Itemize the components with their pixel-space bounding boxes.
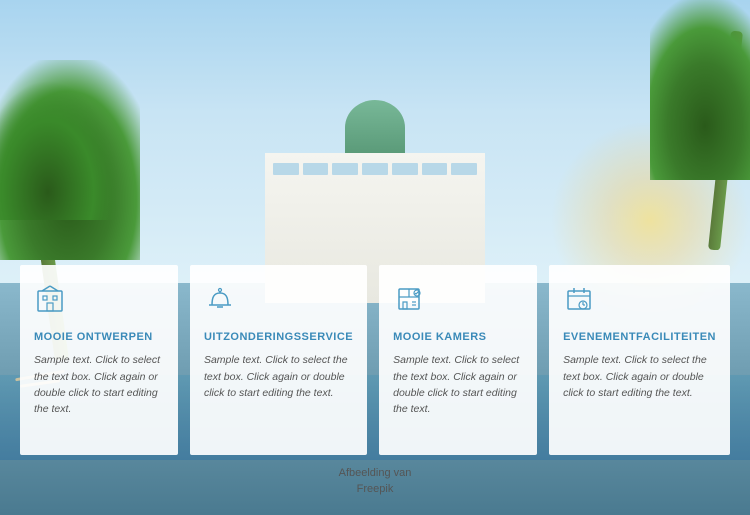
card-1-text: Sample text. Click to select the text bo… (34, 352, 164, 417)
card-uitzonderingsservice: UITZONDERINGSSERVICE Sample text. Click … (190, 265, 367, 455)
palm-tree-right (650, 0, 750, 250)
event-icon (563, 283, 716, 320)
card-4-title: EVENEMENTFACILITEITEN (563, 330, 716, 344)
card-2-text: Sample text. Click to select the text bo… (204, 352, 353, 401)
service-bell-icon (204, 283, 353, 320)
feature-cards: MOOIE ONTWERPEN Sample text. Click to se… (20, 265, 730, 455)
room-icon (393, 283, 523, 320)
card-mooie-ontwerpen: MOOIE ONTWERPEN Sample text. Click to se… (20, 265, 178, 455)
card-4-text: Sample text. Click to select the text bo… (563, 352, 716, 401)
caption-line2: Freepik (339, 482, 412, 497)
card-1-title: MOOIE ONTWERPEN (34, 330, 164, 344)
building-icon (34, 283, 164, 320)
image-caption: Afbeelding van Freepik (339, 466, 412, 497)
card-mooie-kamers: MOOIE KAMERS Sample text. Click to selec… (379, 265, 537, 455)
caption-line1: Afbeelding van (339, 466, 412, 481)
card-evenementfaciliteiten: EVENEMENTFACILITEITEN Sample text. Click… (549, 265, 730, 455)
card-2-title: UITZONDERINGSSERVICE (204, 330, 353, 344)
card-3-title: MOOIE KAMERS (393, 330, 523, 344)
card-3-text: Sample text. Click to select the text bo… (393, 352, 523, 417)
